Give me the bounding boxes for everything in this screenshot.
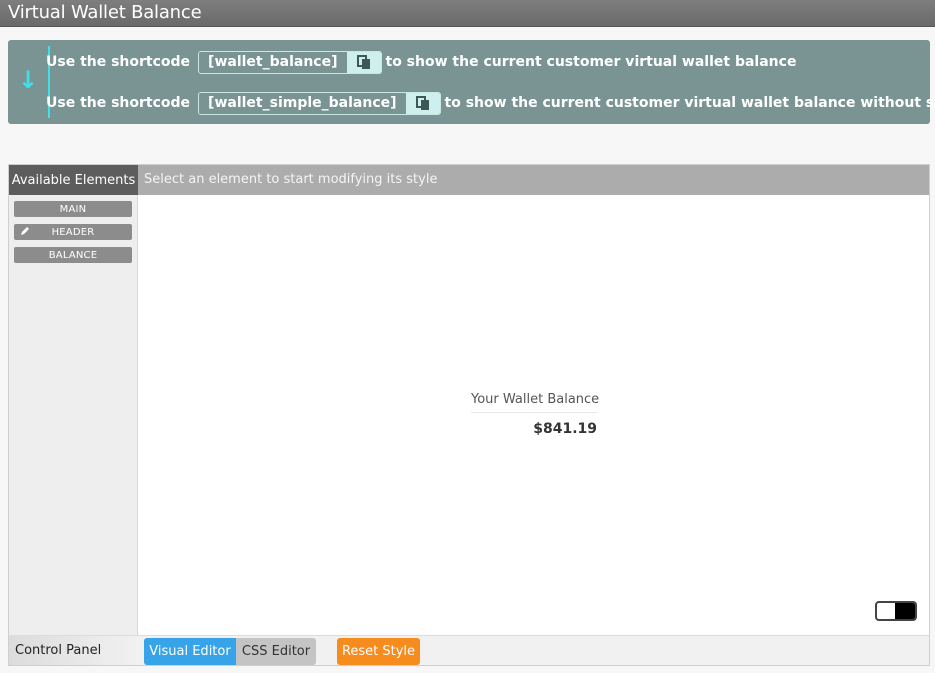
- window-title: Virtual Wallet Balance: [8, 2, 202, 23]
- shortcode-pill: [wallet_balance]: [198, 50, 382, 74]
- control-panel-bar: Control Panel Visual Editor CSS Editor R…: [9, 635, 929, 665]
- editor-hint: Select an element to start modifying its…: [144, 172, 438, 187]
- style-editor: Available Elements Select an element to …: [8, 164, 930, 666]
- css-editor-button[interactable]: CSS Editor: [236, 638, 316, 665]
- shortcode-code: [wallet_simple_balance]: [199, 92, 406, 114]
- element-label: BALANCE: [48, 249, 98, 261]
- wallet-balance-widget[interactable]: Your Wallet Balance $841.19: [471, 392, 599, 437]
- pencil-icon: [21, 227, 29, 235]
- toggle-knob: [895, 603, 915, 619]
- copy-shortcode-button[interactable]: [405, 92, 440, 114]
- reset-style-button[interactable]: Reset Style: [337, 638, 420, 665]
- shortcode-pill: [wallet_simple_balance]: [198, 91, 441, 115]
- control-panel-label: Control Panel: [9, 636, 138, 665]
- copy-icon: [356, 54, 370, 69]
- shortcode-prefix: Use the shortcode: [46, 95, 191, 111]
- copy-icon: [415, 95, 429, 110]
- elements-sidebar: MAIN HEADER BALANCE: [9, 195, 138, 635]
- element-main-button[interactable]: MAIN: [14, 201, 132, 217]
- shortcode-suffix: to show the current customer virtual wal…: [385, 54, 797, 70]
- wallet-balance-amount[interactable]: $841.19: [471, 421, 597, 437]
- copy-shortcode-button[interactable]: [346, 51, 381, 73]
- shortcode-prefix: Use the shortcode: [46, 54, 191, 70]
- preview-background-toggle[interactable]: [875, 601, 917, 621]
- visual-editor-button[interactable]: Visual Editor: [144, 638, 236, 665]
- tab-available-elements[interactable]: Available Elements: [9, 165, 138, 195]
- element-header-button[interactable]: HEADER: [14, 224, 132, 240]
- shortcode-row-wallet-simple-balance: Use the shortcode [wallet_simple_balance…: [46, 91, 935, 115]
- shortcode-suffix: to show the current customer virtual wal…: [444, 95, 935, 111]
- arrow-down-icon: ↓: [18, 66, 39, 94]
- window-title-bar: Virtual Wallet Balance: [0, 0, 935, 27]
- shortcode-row-wallet-balance: Use the shortcode [wallet_balance] to sh…: [46, 50, 797, 74]
- preview-canvas: Your Wallet Balance $841.19: [138, 195, 929, 635]
- element-balance-button[interactable]: BALANCE: [14, 247, 132, 263]
- wallet-header[interactable]: Your Wallet Balance: [471, 392, 599, 413]
- element-label: HEADER: [51, 226, 95, 238]
- element-label: MAIN: [59, 203, 87, 215]
- shortcode-code: [wallet_balance]: [199, 51, 347, 73]
